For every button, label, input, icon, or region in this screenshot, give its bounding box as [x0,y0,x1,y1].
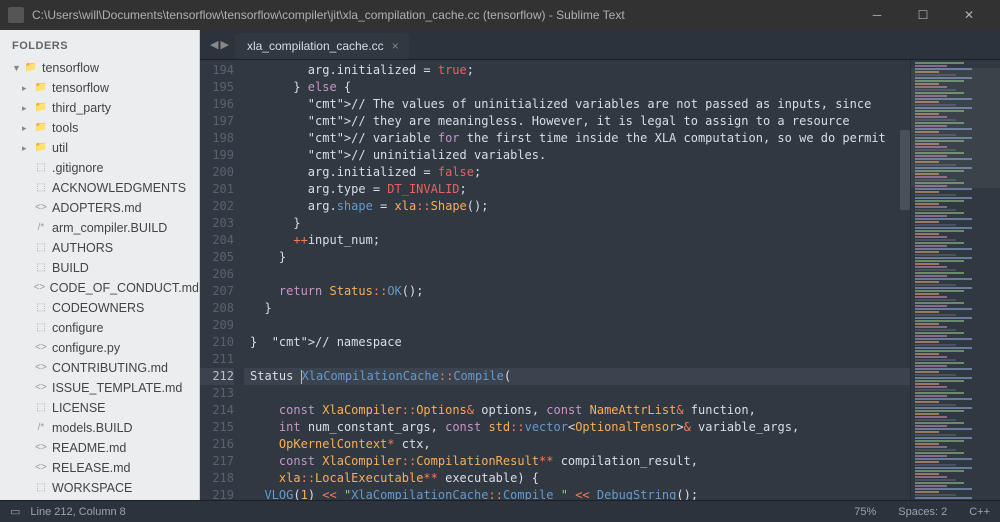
tab-active[interactable]: xla_compilation_cache.cc × [235,33,409,59]
tree-item[interactable]: /*models.BUILD [0,418,199,438]
tree-item[interactable]: ⬚.gitignore [0,158,199,178]
vertical-scrollbar[interactable] [900,90,910,500]
nav-back-icon[interactable]: ◀ [210,38,218,51]
tree-item[interactable]: ▸📁util [0,138,199,158]
line-gutter: 1941951961971981992002012022032042052062… [200,60,244,500]
maximize-button[interactable]: ☐ [900,0,946,30]
app-icon [8,7,24,23]
titlebar: C:\Users\will\Documents\tensorflow\tenso… [0,0,1000,30]
minimize-button[interactable]: ─ [854,0,900,30]
nav-forward-icon[interactable]: ▶ [220,38,228,51]
tree-item[interactable]: ⬚CODEOWNERS [0,298,199,318]
tree-item[interactable]: <>README.md [0,438,199,458]
scrollbar-thumb[interactable] [900,130,910,210]
tree-item[interactable]: /*arm_compiler.BUILD [0,218,199,238]
tree-item[interactable]: ⬚ACKNOWLEDGMENTS [0,178,199,198]
tree-item[interactable]: <>CONTRIBUTING.md [0,358,199,378]
statusbar: ▭ Line 212, Column 8 75% Spaces: 2 C++ [0,500,1000,522]
tab-label: xla_compilation_cache.cc [247,39,384,53]
editor-area: ◀ ▶ xla_compilation_cache.cc × 194195196… [200,30,1000,500]
status-position[interactable]: Line 212, Column 8 [30,506,854,518]
tree-item[interactable]: ▸📁tools [0,118,199,138]
folder-tree: ▼📁tensorflow▸📁tensorflow▸📁third_party▸📁t… [0,58,199,498]
status-spaces[interactable]: Spaces: 2 [898,506,947,518]
tree-item[interactable]: ⬚AUTHORS [0,238,199,258]
window-title: C:\Users\will\Documents\tensorflow\tenso… [32,8,854,22]
tree-item[interactable]: <>ADOPTERS.md [0,198,199,218]
tabbar: ◀ ▶ xla_compilation_cache.cc × [200,30,1000,60]
window-controls: ─ ☐ ✕ [854,0,992,30]
tree-item[interactable]: ⬚BUILD [0,258,199,278]
status-percent[interactable]: 75% [854,506,876,518]
tree-item[interactable]: ⬚WORKSPACE [0,478,199,498]
tree-item[interactable]: ⬚configure [0,318,199,338]
sidebar-heading: FOLDERS [0,38,199,58]
code-area: 1941951961971981992002012022032042052062… [200,60,1000,500]
tree-item[interactable]: <>CODE_OF_CONDUCT.md [0,278,199,298]
minimap[interactable] [910,60,1000,500]
tree-item[interactable]: <>ISSUE_TEMPLATE.md [0,378,199,398]
console-icon[interactable]: ▭ [10,505,20,518]
minimap-viewport[interactable] [911,68,1000,188]
tab-nav-arrows: ◀ ▶ [204,38,235,51]
status-lang[interactable]: C++ [969,506,990,518]
tree-item[interactable]: ▸📁third_party [0,98,199,118]
tree-item[interactable]: ⬚LICENSE [0,398,199,418]
sidebar[interactable]: FOLDERS ▼📁tensorflow▸📁tensorflow▸📁third_… [0,30,200,500]
tree-item[interactable]: ▼📁tensorflow [0,58,199,78]
tab-close-icon[interactable]: × [392,39,399,53]
tree-item[interactable]: ▸📁tensorflow [0,78,199,98]
status-right: 75% Spaces: 2 C++ [854,506,990,518]
tree-item[interactable]: <>RELEASE.md [0,458,199,478]
main-area: FOLDERS ▼📁tensorflow▸📁tensorflow▸📁third_… [0,30,1000,500]
close-button[interactable]: ✕ [946,0,992,30]
code-editor[interactable]: arg.initialized = true; } else { "cmt">/… [244,60,910,500]
tree-item[interactable]: <>configure.py [0,338,199,358]
